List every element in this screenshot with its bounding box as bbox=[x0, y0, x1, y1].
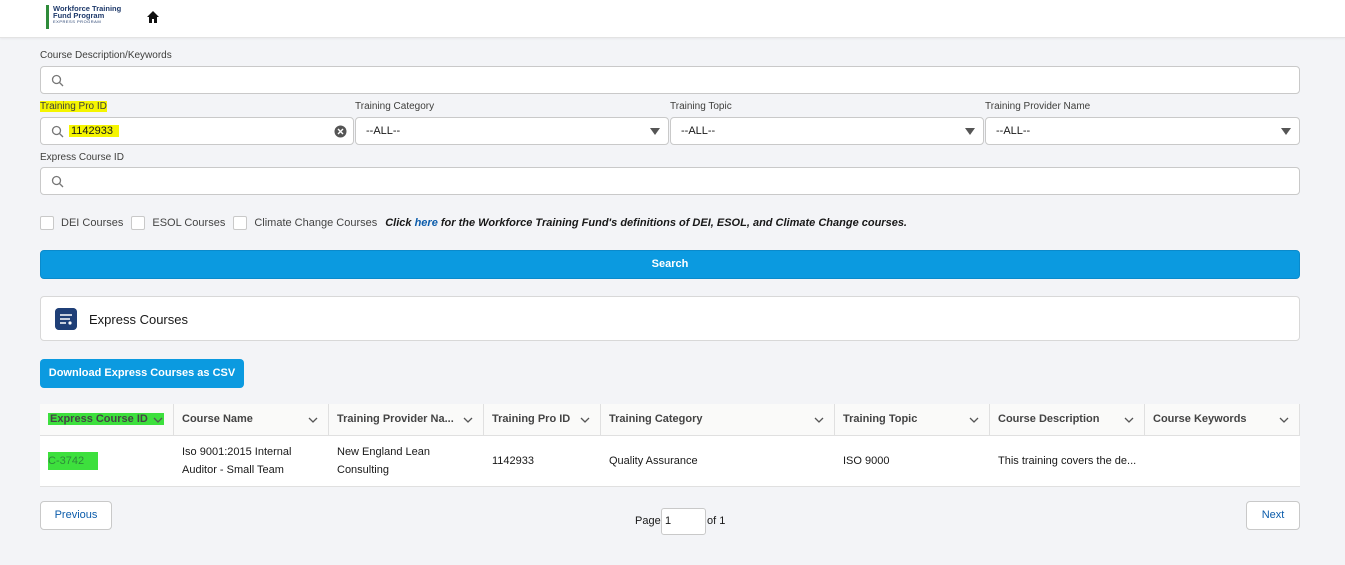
next-button[interactable]: Next bbox=[1246, 501, 1300, 530]
training-topic-label: Training Topic bbox=[670, 101, 732, 112]
cell-express-course-id[interactable]: C-3742 bbox=[40, 436, 174, 486]
express-course-id-label: Express Course ID bbox=[40, 152, 124, 163]
dei-checkbox[interactable] bbox=[40, 216, 54, 230]
cell-training-topic: ISO 9000 bbox=[843, 455, 890, 467]
keywords-label: Course Description/Keywords bbox=[40, 50, 172, 61]
chevron-down-icon bbox=[308, 417, 318, 423]
express-courses-card: Express Courses bbox=[40, 296, 1300, 341]
training-topic-value: --ALL-- bbox=[681, 125, 716, 137]
column-label: Course Description bbox=[998, 413, 1100, 425]
table-row: C-3742 Iso 9001:2015 Internal Auditor - … bbox=[40, 436, 1300, 486]
cell-training-provider: New England Lean Consulting bbox=[329, 436, 484, 486]
provider-line2: Consulting bbox=[337, 464, 389, 476]
training-provider-value: --ALL-- bbox=[996, 125, 1031, 137]
column-label: Training Pro ID bbox=[492, 413, 571, 425]
column-header-training-pro-id[interactable]: Training Pro ID bbox=[484, 404, 601, 436]
express-course-id-input[interactable] bbox=[40, 167, 1300, 195]
chevron-down-icon bbox=[580, 417, 590, 423]
provider-line1: New England Lean bbox=[337, 446, 430, 458]
search-button[interactable]: Search bbox=[40, 250, 1300, 279]
esol-checkbox[interactable] bbox=[131, 216, 146, 230]
search-icon bbox=[51, 125, 64, 138]
chevron-down-icon bbox=[969, 417, 979, 423]
note-prefix: Click bbox=[385, 217, 412, 229]
course-type-checkboxes: DEI Courses ESOL Courses Climate Change … bbox=[40, 215, 907, 231]
column-label: Training Category bbox=[609, 413, 703, 425]
chevron-down-icon bbox=[153, 417, 163, 423]
page-count-label: of 1 bbox=[707, 515, 726, 527]
training-category-label: Training Category bbox=[355, 101, 435, 112]
definitions-note: Click here for the Workforce Training Fu… bbox=[385, 217, 907, 229]
home-icon[interactable] bbox=[146, 10, 160, 24]
cell-course-description: This training covers the de... bbox=[998, 455, 1137, 467]
column-label: Training Provider Na... bbox=[337, 413, 454, 425]
cell-training-category: Quality Assurance bbox=[609, 455, 698, 467]
chevron-down-icon bbox=[1281, 128, 1291, 135]
page-number-input[interactable]: 1 bbox=[661, 508, 706, 535]
page-label: Page bbox=[635, 515, 661, 527]
logo[interactable]: Workforce Training Fund Program EXPRESS … bbox=[46, 5, 136, 29]
cell-training-pro-id: 1142933 bbox=[492, 455, 535, 467]
climate-checkbox-label: Climate Change Courses bbox=[254, 217, 378, 229]
filter-list-icon bbox=[55, 308, 77, 330]
table-header: Express Course ID Course Name Training P… bbox=[40, 404, 1300, 436]
column-header-training-category[interactable]: Training Category bbox=[601, 404, 835, 436]
chevron-down-icon bbox=[965, 128, 975, 135]
training-category-value: --ALL-- bbox=[366, 125, 401, 137]
training-topic-select[interactable]: --ALL-- bbox=[670, 117, 984, 145]
training-provider-label: Training Provider Name bbox=[985, 101, 1091, 112]
column-header-training-provider[interactable]: Training Provider Na... bbox=[329, 404, 484, 436]
column-header-course-keywords[interactable]: Course Keywords bbox=[1145, 404, 1300, 436]
training-pro-id-input[interactable]: 1142933 bbox=[40, 117, 354, 145]
column-header-course-name[interactable]: Course Name bbox=[174, 404, 329, 436]
climate-checkbox[interactable] bbox=[233, 216, 248, 230]
training-pro-id-label: Training Pro ID bbox=[40, 101, 107, 112]
cell-course-name: Iso 9001:2015 Internal Auditor - Small T… bbox=[174, 436, 329, 486]
cell-course-keywords bbox=[1145, 436, 1300, 486]
course-name-line2: Auditor - Small Team bbox=[182, 464, 284, 476]
chevron-down-icon bbox=[1279, 417, 1289, 423]
esol-checkbox-label: ESOL Courses bbox=[152, 217, 226, 229]
dei-checkbox-label: DEI Courses bbox=[61, 217, 124, 229]
definitions-link[interactable]: here bbox=[415, 217, 438, 229]
chevron-down-icon bbox=[1124, 417, 1134, 423]
chevron-down-icon bbox=[814, 417, 824, 423]
column-label: Course Name bbox=[182, 413, 253, 425]
course-name-line1: Iso 9001:2015 Internal bbox=[182, 446, 292, 458]
courses-table: Express Course ID Course Name Training P… bbox=[40, 404, 1300, 487]
logo-line3: EXPRESS PROGRAM bbox=[53, 19, 102, 24]
download-csv-button[interactable]: Download Express Courses as CSV bbox=[40, 359, 244, 388]
training-pro-id-value: 1142933 bbox=[69, 125, 120, 137]
course-id-link[interactable]: C-3742 bbox=[48, 452, 99, 470]
top-bar: Workforce Training Fund Program EXPRESS … bbox=[0, 0, 1345, 38]
search-icon bbox=[51, 175, 64, 188]
keywords-input[interactable] bbox=[40, 66, 1300, 94]
logo-line2: Fund Program bbox=[53, 11, 105, 20]
training-category-select[interactable]: --ALL-- bbox=[355, 117, 669, 145]
card-title: Express Courses bbox=[89, 312, 188, 327]
column-label: Course Keywords bbox=[1153, 413, 1247, 425]
chevron-down-icon bbox=[650, 128, 660, 135]
column-label: Training Topic bbox=[843, 413, 918, 425]
column-header-training-topic[interactable]: Training Topic bbox=[835, 404, 990, 436]
column-label: Express Course ID bbox=[48, 413, 164, 425]
note-suffix: for the Workforce Training Fund's defini… bbox=[440, 217, 907, 229]
previous-button[interactable]: Previous bbox=[40, 501, 112, 530]
training-provider-select[interactable]: --ALL-- bbox=[985, 117, 1300, 145]
column-header-course-description[interactable]: Course Description bbox=[990, 404, 1145, 436]
chevron-down-icon bbox=[463, 417, 473, 423]
search-icon bbox=[51, 74, 64, 87]
column-header-express-course-id[interactable]: Express Course ID bbox=[40, 404, 174, 436]
clear-icon[interactable] bbox=[334, 125, 347, 138]
